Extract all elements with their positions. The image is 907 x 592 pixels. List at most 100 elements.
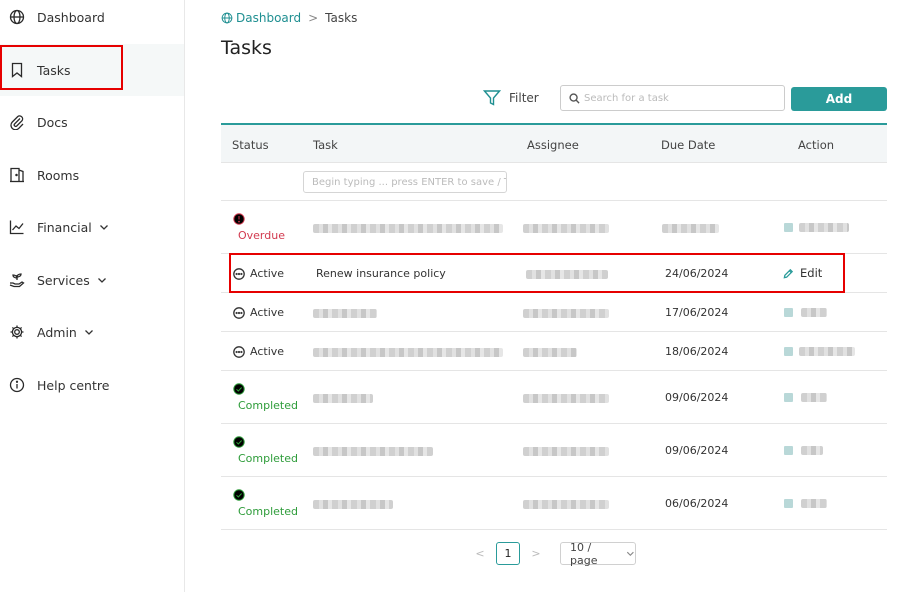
page-size-select[interactable]: 10 / page [560,540,636,567]
page-size-value: 10 / page [570,540,598,567]
sidebar-item-dashboard[interactable]: Dashboard [0,0,184,43]
check-circle-icon [233,436,245,448]
gear-icon [8,323,26,341]
tasks-table: Status Task Assignee Due Date Action Ove… [221,123,887,530]
highlight-box-tasks-nav [0,45,123,90]
sidebar-item-help-centre[interactable]: Help centre [0,359,184,411]
info-icon [8,376,26,394]
redacted-text [313,394,373,403]
due-date-cell: 18/06/2024 [665,345,729,358]
sidebar-item-label: Dashboard [37,9,105,25]
redacted-text [523,447,609,456]
status-cell: Completed [233,436,298,465]
sidebar-item-label: Help centre [37,377,110,393]
breadcrumb-home-label: Dashboard [236,11,302,25]
status-label: Overdue [238,229,285,242]
redacted-text [801,308,827,317]
prev-page-button[interactable]: < [470,547,490,560]
assignee-cell [523,393,609,406]
action-cell[interactable] [784,308,827,317]
redacted-text [313,224,503,233]
redacted-text [799,223,849,232]
globe-icon [8,8,26,26]
edit-icon [784,308,793,317]
redacted-text [313,447,433,456]
sidebar-item-label: Financial [37,219,92,235]
assignee-cell [523,223,609,236]
globe-icon [221,12,233,24]
action-cell[interactable] [784,499,827,508]
sidebar-item-label: Services [37,272,90,288]
hand-plant-icon [8,271,26,289]
page-button[interactable]: 1 [496,542,520,565]
status-label: Active [250,306,285,319]
assignee-cell [523,499,609,512]
due-date-cell: 06/06/2024 [665,497,729,510]
redacted-text [801,446,823,455]
task-cell [313,308,377,321]
search-box [560,85,785,111]
breadcrumb: Dashboard > Tasks [221,11,357,25]
sidebar-item-docs[interactable]: Docs [0,96,184,148]
sidebar-item-admin[interactable]: Admin [0,306,184,358]
task-cell [313,347,503,360]
redacted-text [313,309,377,318]
pagination: < 1 > 10 / page [470,540,636,567]
redacted-text [801,499,827,508]
inline-task-input[interactable] [303,171,507,193]
table-row[interactable]: Completed 06/06/2024 [221,477,887,530]
assignee-cell [523,308,609,321]
column-header-due-date: Due Date [661,138,716,152]
status-label: Completed [238,452,298,465]
alert-circle-icon [233,213,245,225]
chevron-down-icon [99,222,109,232]
action-cell[interactable] [784,223,849,232]
table-row[interactable]: Completed 09/06/2024 [221,424,887,477]
chevron-down-icon [627,551,635,557]
redacted-text [313,348,503,357]
filter-button[interactable]: Filter [483,89,539,107]
edit-icon [784,446,793,455]
assignee-cell [523,446,609,459]
chart-line-icon [8,218,26,236]
action-cell[interactable] [784,393,827,402]
status-cell: Completed [233,383,298,412]
table-row[interactable]: Active 18/06/2024 [221,332,887,371]
add-task-button[interactable]: Add [791,87,887,111]
search-input[interactable] [584,92,774,104]
status-label: Completed [238,399,298,412]
edit-icon [784,223,793,232]
status-cell: Completed [233,489,298,518]
next-page-button[interactable]: > [526,547,546,560]
action-cell[interactable] [784,347,855,356]
inline-add-row [221,163,887,201]
sidebar-item-label: Admin [37,324,77,340]
action-cell[interactable] [784,446,823,455]
chevron-down-icon [97,275,107,285]
sidebar-item-services[interactable]: Services [0,254,184,306]
sidebar-item-rooms[interactable]: Rooms [0,149,184,201]
table-row[interactable]: Active 17/06/2024 [221,293,887,332]
page-title: Tasks [221,37,272,59]
sidebar-item-financial[interactable]: Financial [0,201,184,253]
table-header: Status Task Assignee Due Date Action [221,123,887,163]
check-circle-icon [233,383,245,395]
chevron-down-icon [84,327,94,337]
redacted-text [523,394,609,403]
check-circle-icon [233,489,245,501]
redacted-text [801,393,827,402]
edit-icon [784,499,793,508]
column-header-action: Action [798,138,835,152]
status-cell: Overdue [233,213,285,242]
redacted-text [799,347,855,356]
table-row[interactable]: Overdue [221,201,887,254]
breadcrumb-current: Tasks [325,11,358,25]
column-header-status: Status [232,138,269,152]
assignee-cell [523,347,577,360]
redacted-text [523,500,609,509]
breadcrumb-home-link[interactable]: Dashboard [221,11,301,25]
task-cell [313,393,373,406]
task-cell [313,223,503,236]
redacted-text [523,348,577,357]
table-row[interactable]: Completed 09/06/2024 [221,371,887,424]
